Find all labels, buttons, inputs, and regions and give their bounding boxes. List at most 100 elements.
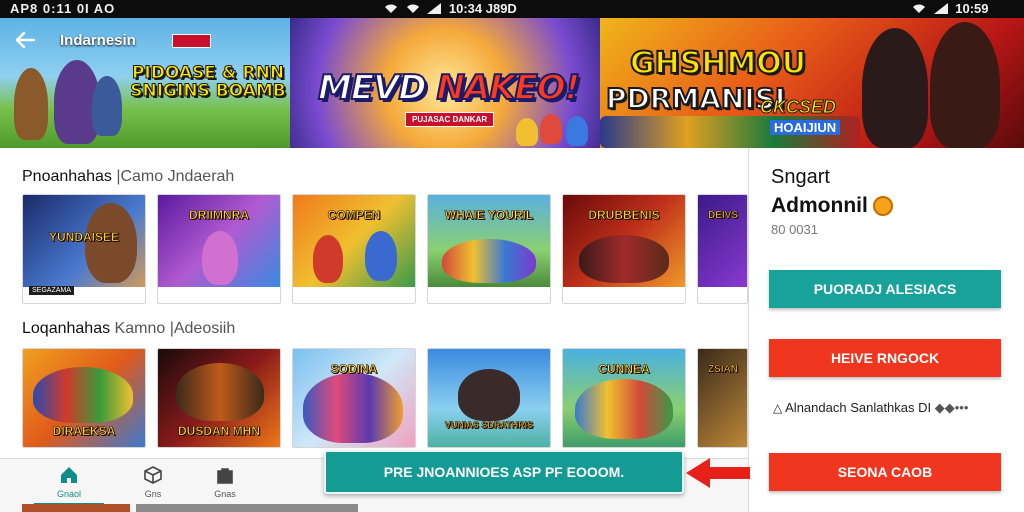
banner-subtag-center: PUJASAC DANKAR: [405, 112, 495, 127]
game-card-title: DEIVS: [707, 210, 739, 222]
tertiary-action-button[interactable]: SEONA CAOB: [769, 453, 1001, 491]
nav-item-label: Gnaol: [56, 489, 82, 499]
game-card[interactable]: DEIVS: [697, 194, 748, 304]
status-center: 10:34 J89D: [384, 1, 517, 16]
banner-headline-center-1: MEVD: [317, 67, 437, 109]
promo-banner[interactable]: PIDOASE & RNN SNIGINS BOAMB Indarnesin M…: [0, 18, 1024, 148]
nav-item-store[interactable]: Gnas: [190, 465, 260, 505]
game-card[interactable]: VUNIAS SDRATHRIS: [427, 348, 551, 448]
banner-headline-left: PIDOASE & RNN SNIGINS BOAMB: [130, 63, 286, 101]
hero-figure: [14, 68, 48, 140]
game-card-title: CUNNEA: [598, 362, 650, 376]
status-bar: AP8 0:11 0I AO 10:34 J89D 10:59: [0, 0, 1024, 18]
game-character: [313, 235, 343, 283]
game-character: [202, 231, 238, 285]
arrow-left-icon: [686, 458, 750, 488]
game-card[interactable]: ZSIAN: [697, 348, 748, 448]
game-card[interactable]: COMPEN: [292, 194, 416, 304]
side-panel-subtitle: Admonnil: [771, 194, 868, 217]
game-characters: [176, 363, 264, 421]
side-panel-meta: 80 0031: [771, 222, 818, 237]
game-characters: [303, 373, 403, 443]
side-panel-note[interactable]: △ Alnandach Sanlathkas DI ◆◆•••: [773, 400, 968, 416]
hero-figure: [540, 114, 562, 144]
game-card-title: COMPEN: [327, 208, 381, 222]
banner-panel-left[interactable]: PIDOASE & RNN SNIGINS BOAMB: [0, 18, 290, 148]
game-card-title: DUSDAN MHN: [178, 424, 261, 438]
bag-icon: [217, 468, 233, 484]
game-character: [365, 231, 397, 281]
game-card-title: DRUBBENIS: [588, 208, 660, 222]
banner-headline-right-2: PDRMANISI: [605, 81, 786, 116]
status-center-text: 10:34 J89D: [448, 1, 517, 16]
wifi-icon: [385, 4, 397, 13]
game-card-title: SODINA: [330, 362, 378, 376]
game-card-chip: SEGAZAMA: [29, 286, 74, 295]
status-left-text: AP8 0:11 0I AO: [10, 1, 116, 16]
hero-figure: [930, 22, 1000, 148]
game-card[interactable]: DUSDAN MHN: [157, 348, 281, 448]
back-arrow-icon[interactable]: [12, 28, 38, 52]
badge-icon: [873, 196, 893, 216]
side-panel-title: Sngart: [771, 166, 830, 188]
status-right-text: 10:59: [955, 1, 989, 16]
game-card-title: VUNIAS SDRATHRIS: [444, 420, 534, 431]
cube-icon: [144, 466, 162, 484]
section-title-2: Loqanhahas Kamno |Adeosiih: [22, 320, 235, 338]
game-characters: [442, 239, 536, 283]
section-title-2-sub: Kamno |Adeosiih: [114, 320, 236, 337]
thumbnail-strip: [136, 504, 358, 512]
game-card-title: DIRAEKSA: [52, 424, 116, 438]
game-card[interactable]: CUNNEA: [562, 348, 686, 448]
game-characters: [33, 367, 133, 423]
primary-action-button[interactable]: PUORADJ ALESIACS: [769, 270, 1001, 308]
nav-item-games[interactable]: Gns: [118, 465, 188, 505]
secondary-action-button[interactable]: HEIVE RNGOCK: [769, 339, 1001, 377]
signal-icon: [427, 3, 442, 14]
cta-button[interactable]: PRE JNOANNIOES ASP PF EOOOM.: [324, 450, 684, 494]
banner-headline-center-2: NAKEO!: [435, 67, 581, 109]
game-card[interactable]: DRIIMNRA: [157, 194, 281, 304]
section-title-1: Pnoanhahas |Camo Jndaerah: [22, 168, 234, 186]
nav-item-label: Gnas: [214, 489, 236, 499]
signal-icon-right: [933, 3, 948, 14]
app-screen: AP8 0:11 0I AO 10:34 J89D 10:59 PIDOASE …: [0, 0, 1024, 512]
hero-figure: [862, 28, 928, 148]
game-character: [458, 369, 520, 421]
home-icon: [61, 467, 77, 483]
game-card[interactable]: DIRAEKSA: [22, 348, 146, 448]
side-panel-note-text: Alnandach Sanlathkas DI: [785, 400, 932, 415]
page-title: Indarnesin: [60, 32, 136, 49]
more-icon: ◆◆•••: [934, 400, 969, 415]
wifi-icon-2: [406, 4, 419, 13]
banner-headline-right-1: GHSHMOU: [629, 45, 807, 82]
game-card[interactable]: DRUBBENIS: [562, 194, 686, 304]
game-card[interactable]: SODINA: [292, 348, 416, 448]
game-card-title: YUNDAISEE: [48, 230, 120, 244]
game-card-title: DRIIMNRA: [189, 208, 250, 222]
thumbnail-strip: [22, 504, 130, 512]
wifi-icon-right: [913, 4, 925, 13]
game-card-title: ZSIAN: [708, 364, 739, 376]
section-title-1-sub: |Camo Jndaerah: [116, 168, 235, 185]
side-panel: Sngart Admonnil 80 0031 PUORADJ ALESIACS…: [748, 148, 1024, 512]
game-characters: [579, 235, 669, 283]
hero-figure: [516, 118, 538, 146]
status-right: 10:59: [912, 1, 989, 16]
banner-headline-right-4: HOAIJIUN: [770, 120, 841, 135]
game-card[interactable]: WHAIE YOURIL: [427, 194, 551, 304]
nav-item-home[interactable]: Gnaol: [34, 465, 104, 505]
section-title-2-main: Loqanhahas: [22, 320, 111, 337]
section-title-1-main: Pnoanhahas: [22, 168, 112, 185]
warning-icon: △: [773, 401, 783, 415]
hero-figure: [92, 76, 122, 136]
game-card[interactable]: YUNDAISEE SEGAZAMA: [22, 194, 146, 304]
game-card-title: WHAIE YOURIL: [444, 208, 534, 222]
hero-figure: [566, 116, 588, 146]
game-characters: [575, 379, 673, 439]
promo-tag: [172, 34, 212, 48]
banner-headline-center: MEVD NAKEO!: [317, 67, 581, 109]
game-list: Pnoanhahas |Camo Jndaerah YUNDAISEE SEGA…: [0, 148, 748, 458]
nav-item-label: Gns: [144, 489, 162, 499]
banner-headline-right-3: CKCSED: [759, 97, 837, 117]
